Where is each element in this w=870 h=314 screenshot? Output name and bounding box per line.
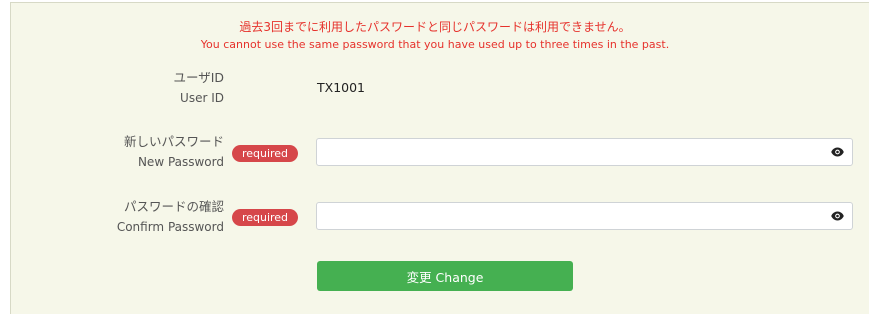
new-password-label: 新しいパスワード New Password	[124, 132, 224, 172]
user-id-label: ユーザID User ID	[173, 68, 224, 108]
change-password-button[interactable]: 変更 Change	[317, 261, 573, 291]
new-password-label-ja: 新しいパスワード	[123, 134, 224, 149]
new-password-label-en: New Password	[137, 155, 224, 169]
confirm-password-label: パスワードの確認 Confirm Password	[117, 197, 224, 237]
confirm-password-field[interactable]	[316, 202, 853, 230]
confirm-password-input[interactable]	[325, 207, 809, 227]
eye-icon[interactable]	[831, 147, 844, 157]
user-id-value: TX1001	[317, 80, 366, 95]
new-password-input[interactable]	[325, 143, 809, 163]
eye-icon[interactable]	[831, 211, 844, 221]
confirm-password-required-badge: required	[232, 209, 298, 226]
error-message-ja: 過去3回までに利用したパスワードと同じパスワードは利用できません。	[239, 20, 631, 34]
confirm-password-label-ja: パスワードの確認	[123, 199, 224, 214]
new-password-required-badge: required	[232, 145, 298, 162]
user-id-label-ja: ユーザID	[173, 70, 224, 85]
user-id-label-en: User ID	[180, 91, 224, 105]
error-message-en: You cannot use the same password that yo…	[200, 38, 670, 51]
confirm-password-label-en: Confirm Password	[116, 220, 224, 234]
new-password-field[interactable]	[316, 138, 853, 166]
